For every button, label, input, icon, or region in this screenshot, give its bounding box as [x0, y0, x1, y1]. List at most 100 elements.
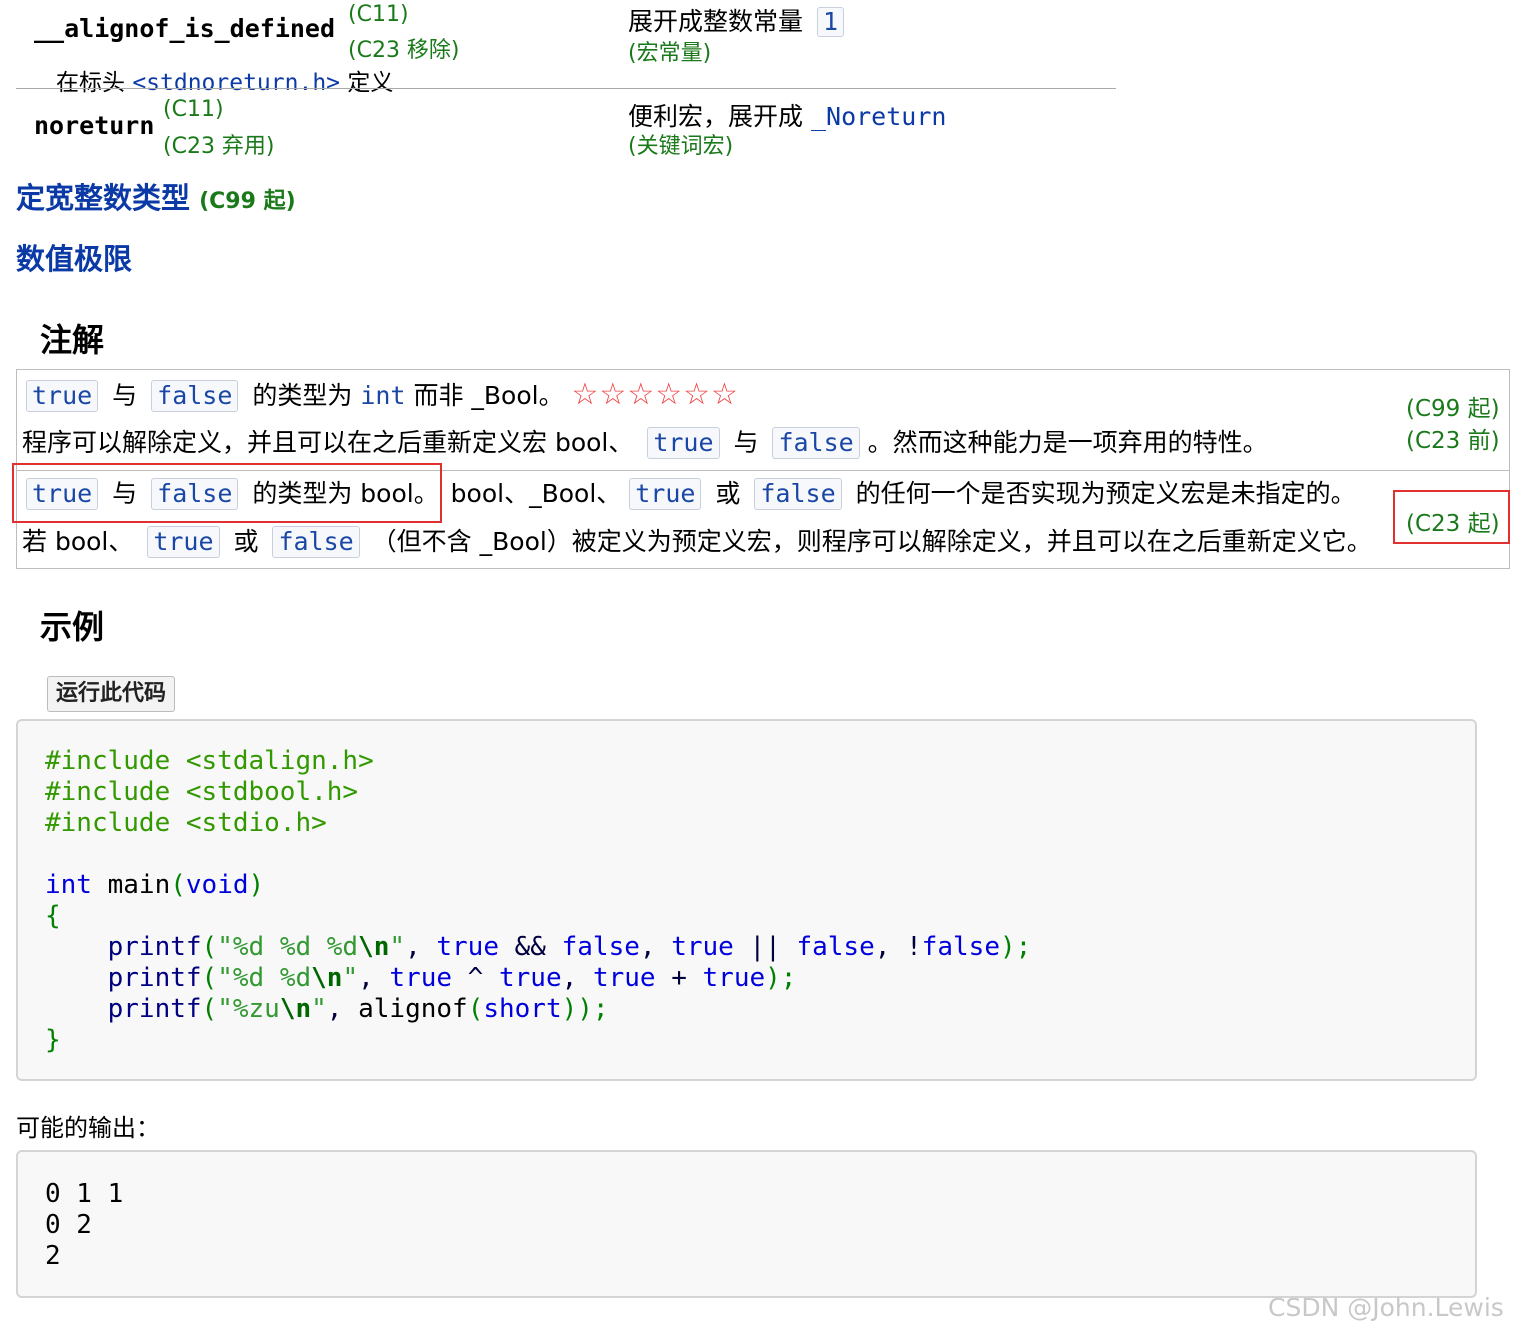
code-quote: " [342, 963, 359, 993]
header-suffix: 定义 [347, 70, 394, 96]
kw-false[interactable]: false [772, 427, 860, 459]
row2-kind: (关键词宏) [628, 134, 734, 159]
code-alignof[interactable]: alignof [342, 994, 468, 1024]
code-false[interactable]: false [562, 932, 640, 962]
row1-line2-text-a: 程序可以解除定义，并且可以在之后重新定义宏 bool、 [22, 428, 634, 457]
revision-c99-since: (C99 起) [1406, 396, 1500, 422]
code-true[interactable]: true [389, 963, 452, 993]
code-paren: ( [201, 963, 218, 993]
code-include-stdbool: #include <stdbool.h> [45, 777, 359, 807]
output-block: 0 1 1 0 2 2 [16, 1150, 1477, 1298]
code-string: "%zu [217, 994, 280, 1024]
revision-c23-before: (C23 前) [1406, 428, 1500, 454]
watermark: CSDN @John.Lewis [1268, 1293, 1504, 1322]
row1-kind: (宏常量) [628, 41, 712, 66]
fixed-width-integer-types-link[interactable]: 定宽整数类型 [16, 181, 190, 215]
code-paren: ( [170, 870, 186, 900]
highlight-box-c23-since [1393, 490, 1510, 544]
header-definition-line: 在标头 <stdnoreturn.h> 定义 [56, 63, 393, 97]
code-false[interactable]: false [796, 932, 874, 962]
row1-desc-text: 展开成整数常量 [628, 7, 804, 36]
kw-false[interactable]: false [151, 380, 239, 412]
code-paren: ( [467, 994, 484, 1024]
code-not: ! [906, 932, 922, 962]
fixed-width-section: 定宽整数类型 (C99 起) [16, 175, 296, 217]
table-divider [16, 88, 1116, 89]
numeric-limits-link[interactable]: 数值极限 [16, 236, 132, 278]
notes-row1-line2: 程序可以解除定义，并且可以在之后重新定义宏 bool、 true 与 false… [22, 426, 1268, 460]
code-printf-link[interactable]: printf [108, 994, 202, 1024]
code-plus: + [655, 963, 703, 993]
code-true[interactable]: true [499, 963, 562, 993]
code-or: || [733, 932, 797, 962]
code-int-keyword: int [45, 870, 92, 900]
code-comma: , [358, 963, 390, 993]
kw-false[interactable]: false [754, 478, 842, 510]
code-paren: ) [248, 870, 265, 900]
kw-true[interactable]: true [147, 526, 220, 558]
output-label: 可能的输出： [16, 1114, 160, 1142]
text-or: 或 [715, 479, 741, 508]
code-paren: ( [201, 932, 218, 962]
output-line: 2 [45, 1241, 61, 1271]
rating-stars-icon: ☆☆☆☆☆☆ [571, 377, 739, 412]
row2-line2-text-e: （但不含 _Bool）被定义为预定义宏，则程序可以解除定义，并且可以在之后重新定… [371, 527, 1372, 556]
fixed-width-revision: (C99 起) [199, 189, 296, 214]
code-comma-plain: , [326, 994, 343, 1024]
macro-name-noreturn: noreturn [34, 111, 155, 140]
code-string: "%d %d %d [217, 932, 359, 962]
text-not-bool: 而非 _Bool。 [413, 381, 564, 410]
code-brace-close: } [45, 1025, 61, 1055]
text-or: 或 [233, 527, 259, 556]
kw-int[interactable]: int [360, 381, 405, 410]
output-content: 0 1 1 0 2 2 [45, 1179, 123, 1272]
notes-heading: 注解 [40, 321, 105, 359]
code-paren: ( [201, 994, 218, 1024]
kw-true[interactable]: true [629, 478, 702, 510]
code-brace-open: { [45, 901, 61, 931]
code-true[interactable]: true [671, 932, 734, 962]
run-code-button[interactable]: 运行此代码 [47, 676, 176, 712]
code-comma: , [405, 932, 437, 962]
code-true[interactable]: true [593, 963, 656, 993]
code-block: #include <stdalign.h> #include <stdbool.… [16, 719, 1477, 1081]
code-short: short [483, 994, 562, 1024]
code-main: main [91, 870, 171, 900]
notes-row1-line1: true 与 false 的类型为 int 而非 _Bool。 ☆☆☆☆☆☆ [26, 378, 739, 413]
code-true[interactable]: true [703, 963, 766, 993]
code-comma: , [639, 932, 672, 962]
code-printf-link[interactable]: printf [108, 963, 202, 993]
highlight-box-bool-type [12, 463, 442, 523]
example-heading: 示例 [40, 608, 105, 646]
text-and: 与 [112, 381, 138, 410]
code-printf-link[interactable]: printf [108, 932, 202, 962]
code-close: ); [765, 963, 797, 993]
code-escape: \n [358, 932, 390, 962]
revision-c11-noreturn: (C11) [163, 97, 224, 122]
output-line: 0 2 [45, 1210, 92, 1240]
text-type-is: 的类型为 [252, 381, 353, 410]
macro-name-alignof-is-defined: __alignof_is_defined [34, 14, 336, 43]
revision-c23-removed: (C23 移除) [348, 38, 460, 63]
notes-row2-line2: 若 bool、 true 或 false （但不含 _Bool）被定义为预定义宏… [22, 525, 1372, 559]
code-true[interactable]: true [436, 932, 499, 962]
row1-desc-value: 1 [816, 7, 845, 37]
header-link-stdnoreturn[interactable]: <stdnoreturn.h> [132, 70, 340, 96]
code-false[interactable]: false [922, 932, 1000, 962]
code-comma: , [561, 963, 593, 993]
row1-description: 展开成整数常量 1 [628, 2, 845, 38]
code-include-stdalign: #include <stdalign.h> [45, 746, 374, 776]
code-quote: " [311, 994, 327, 1024]
text-bool-list: bool、_Bool、 [450, 479, 622, 508]
kw-true[interactable]: true [26, 380, 99, 412]
text-unspecified: 的任何一个是否实现为预定义宏是未指定的。 [855, 479, 1356, 508]
code-string: "%d %d [217, 963, 312, 993]
row2-desc-text: 便利宏，展开成 [628, 102, 804, 131]
kw-true[interactable]: true [647, 427, 720, 459]
code-void-keyword: void [185, 870, 249, 900]
kw-false[interactable]: false [272, 526, 360, 558]
noreturn-keyword-link[interactable]: _Noreturn [811, 102, 946, 131]
output-line: 0 1 1 [45, 1179, 124, 1209]
code-close: ); [1000, 932, 1032, 962]
code-include-stdio: #include <stdio.h> [45, 808, 327, 838]
